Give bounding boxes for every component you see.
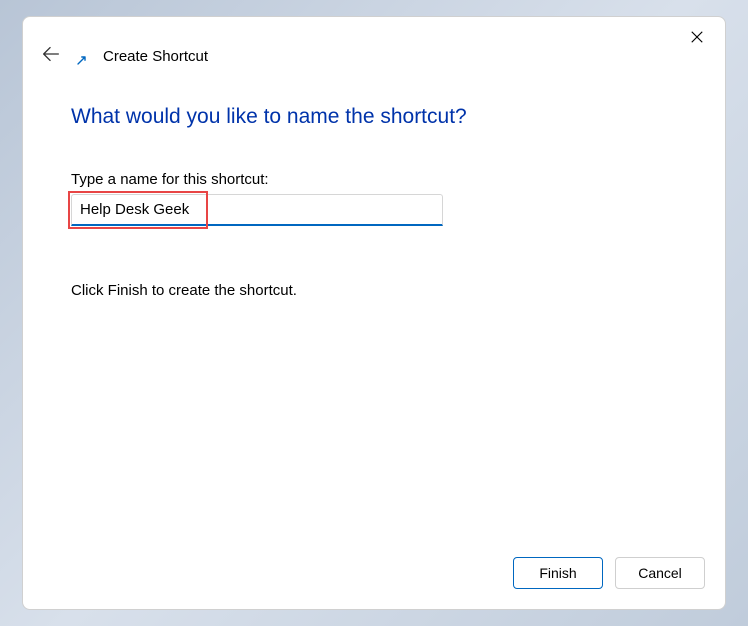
dialog-title: Create Shortcut [103, 48, 208, 65]
header-row: Create Shortcut [23, 43, 725, 73]
shortcut-name-input[interactable] [71, 194, 443, 226]
dialog-footer: Finish Cancel [23, 541, 725, 609]
cancel-button[interactable]: Cancel [615, 557, 705, 589]
shortcut-icon [77, 52, 89, 64]
name-input-wrapper [71, 194, 443, 226]
create-shortcut-dialog: Create Shortcut What would you like to n… [22, 16, 726, 610]
content-area: What would you like to name the shortcut… [23, 73, 725, 541]
name-field-label: Type a name for this shortcut: [71, 171, 677, 188]
main-heading: What would you like to name the shortcut… [71, 105, 677, 129]
finish-button[interactable]: Finish [513, 557, 603, 589]
instruction-text: Click Finish to create the shortcut. [71, 282, 677, 299]
back-arrow-icon[interactable] [39, 43, 63, 69]
